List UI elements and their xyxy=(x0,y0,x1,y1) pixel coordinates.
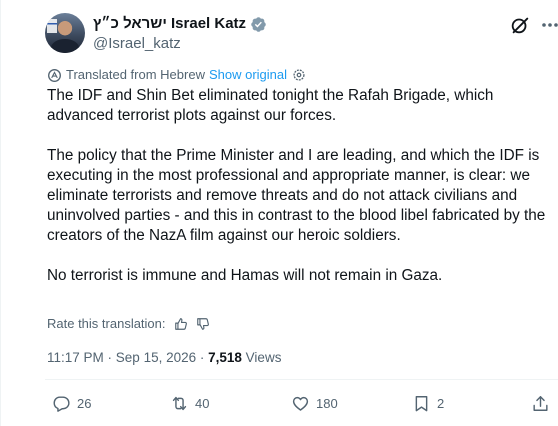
like-button[interactable]: 180 xyxy=(291,394,338,413)
bookmark-icon xyxy=(415,396,428,412)
avatar-figure xyxy=(51,39,79,53)
share-button[interactable] xyxy=(531,394,556,413)
author-handle[interactable]: @Israel_katz xyxy=(93,35,181,53)
meta-separator: · xyxy=(103,350,116,365)
more-icon[interactable] xyxy=(540,14,558,36)
author-name-row: ישראל כ״ץ Israel Katz xyxy=(93,15,267,33)
author-display-name[interactable]: ישראל כ״ץ Israel Katz xyxy=(93,15,246,33)
bookmark-count: 2 xyxy=(437,395,445,411)
translate-icon xyxy=(48,68,61,82)
divider xyxy=(45,379,558,380)
post-meta: 11:17 PM · Sep 15, 2026 · 7,518 Views xyxy=(47,349,281,367)
post-paragraph: The IDF and Shin Bet eliminated tonight … xyxy=(47,87,494,124)
repost-icon xyxy=(172,396,187,411)
rate-translation-label: Rate this translation: xyxy=(47,316,166,331)
thumbs-up-icon[interactable] xyxy=(174,317,188,331)
show-original-link[interactable]: Show original xyxy=(209,67,287,83)
reply-icon xyxy=(53,396,70,412)
gear-icon[interactable] xyxy=(292,68,306,82)
views-label: Views xyxy=(241,350,282,365)
post-paragraph: No terrorist is immune and Hamas will no… xyxy=(47,267,443,284)
heart-icon xyxy=(292,396,309,411)
like-count: 180 xyxy=(316,395,338,411)
thumbs-down-icon[interactable] xyxy=(196,317,210,331)
repost-button[interactable]: 40 xyxy=(170,394,209,413)
repost-count: 40 xyxy=(195,395,210,411)
share-icon xyxy=(533,396,548,411)
post-time[interactable]: 11:17 PM xyxy=(47,350,104,365)
reply-button[interactable]: 26 xyxy=(52,394,91,413)
grok-icon[interactable] xyxy=(509,14,531,36)
tweet: ישראל כ״ץ Israel Katz @Israel_katz Trans… xyxy=(0,0,558,426)
post-body: The IDF and Shin Bet eliminated tonight … xyxy=(47,86,553,286)
avatar[interactable] xyxy=(45,13,85,53)
post-paragraph: The policy that the Prime Minister and I… xyxy=(47,147,546,244)
meta-separator: · xyxy=(196,350,209,365)
verified-badge-icon xyxy=(251,16,266,32)
views-count: 7,518 xyxy=(208,350,242,365)
translated-label: Translated from Hebrew xyxy=(66,67,205,82)
rate-translation-row: Rate this translation: xyxy=(47,316,210,332)
bookmark-button[interactable]: 2 xyxy=(412,394,444,413)
reply-count: 26 xyxy=(77,395,92,411)
flag-decoration xyxy=(47,19,57,33)
translation-row: Translated from Hebrew Show original xyxy=(47,67,306,83)
post-date[interactable]: Sep 15, 2026 xyxy=(116,350,196,365)
